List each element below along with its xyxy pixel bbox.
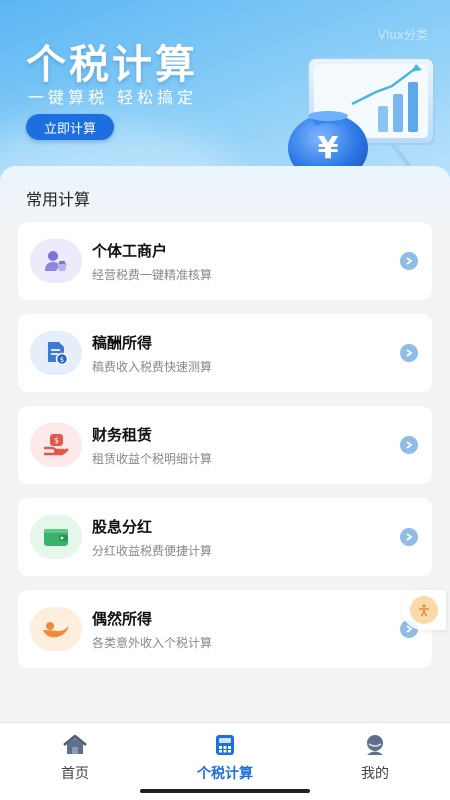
svg-text:$: $ [54,436,59,445]
calculator-icon [212,733,238,757]
card-desc: 各类意外收入个税计算 [92,636,213,650]
card-desc: 分红收益税费便捷计算 [92,544,213,558]
calc-item-individual-business[interactable]: 个体工商户 经营税费一键精准核算 [18,222,432,300]
document-icon: $ [48,342,69,366]
hero-watermark: Vlux分类 [377,28,428,42]
banner-subtitle: 一键算税 轻松搞定 [28,88,198,107]
card-desc: 稿费收入税费快速测算 [92,360,213,374]
card-desc: 租赁收益个税明细计算 [92,452,213,466]
merchant-icon [45,251,67,271]
tab-label: 个税计算 [197,766,253,782]
svg-text:$: $ [60,356,64,364]
chevron-right-icon [400,528,418,546]
tab-home[interactable]: 首页 [25,733,125,789]
card-icon-wrap: $ [30,423,82,467]
calc-item-dividend[interactable]: 股息分红 分红收益税费便捷计算 [18,498,432,576]
card-desc: 经营税费一键精准核算 [92,268,213,282]
gift-icon [43,622,69,638]
accessibility-float-button[interactable] [402,590,446,630]
svg-text:¥: ¥ [318,131,339,166]
chevron-right-icon [400,252,418,270]
calc-item-incidental-income[interactable]: 偶然所得 各类意外收入个税计算 [18,590,432,668]
wallet-icon [44,529,68,546]
card-title: 财务租赁 [92,426,153,444]
home-icon [62,733,88,757]
tab-label: 首页 [61,766,89,782]
tab-profile[interactable]: 我的 [325,733,425,789]
card-icon-wrap [30,607,82,651]
card-title: 偶然所得 [92,610,153,628]
card-icon-wrap: $ [30,331,82,375]
chevron-right-icon [400,436,418,454]
chevron-right-icon [400,344,418,362]
calc-item-financial-lease[interactable]: $ 财务租赁 租赁收益个税明细计算 [18,406,432,484]
accessibility-icon [419,604,429,617]
card-icon-wrap [30,239,82,283]
card-icon-wrap [30,515,82,559]
card-title: 稿酬所得 [92,334,153,352]
calculate-now-button[interactable]: 立即计算 [26,114,114,140]
section-header: 常用计算 [0,166,450,222]
user-icon [362,733,388,757]
section-title: 常用计算 [26,190,91,209]
calc-item-royalty-income[interactable]: $ 稿酬所得 稿费收入税费快速测算 [18,314,432,392]
card-title: 股息分红 [92,518,153,536]
money-hand-icon: $ [44,434,69,456]
banner-title: 个税计算 [26,42,198,88]
tab-tax-calculator[interactable]: 个税计算 [175,733,275,789]
card-title: 个体工商户 [92,242,168,260]
home-indicator [140,789,310,793]
content-sheet: 常用计算 个体工商户 经营税费一键精准核算 $ 稿酬所得 稿费收入税费快速测算 … [0,166,450,800]
float-inner [410,596,438,624]
tab-label: 我的 [361,766,389,782]
